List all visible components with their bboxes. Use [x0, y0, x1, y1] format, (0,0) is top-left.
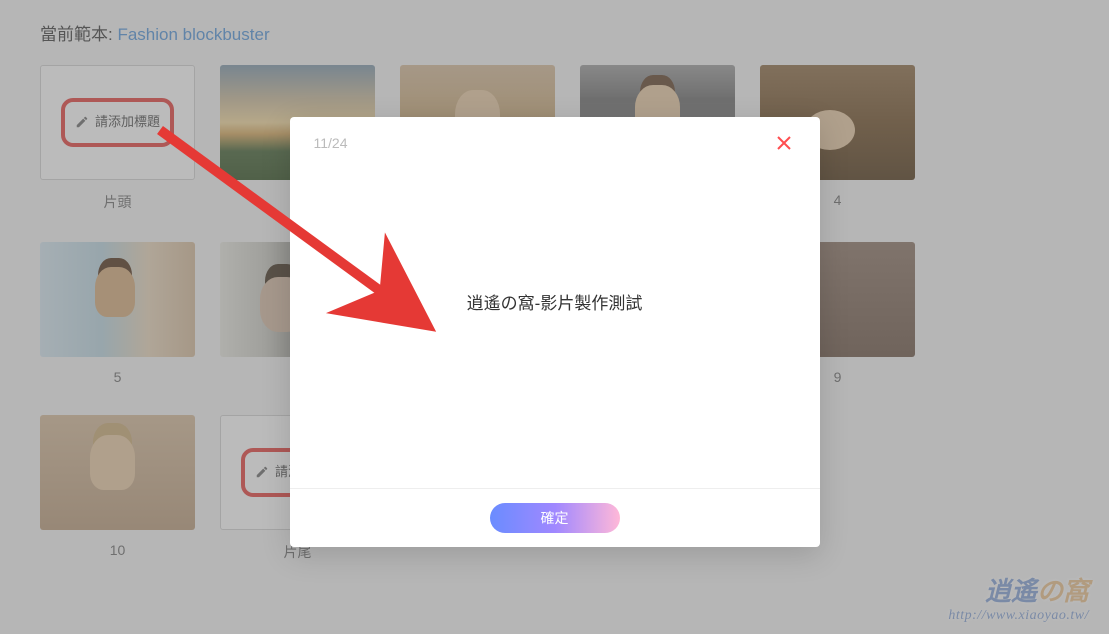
title-edit-modal: 11/24 逍遙の窩-影片製作測試 確定 — [290, 117, 820, 547]
confirm-label: 確定 — [541, 508, 569, 528]
close-button[interactable] — [772, 135, 796, 155]
close-icon — [776, 135, 792, 151]
char-counter: 11/24 — [314, 135, 348, 151]
confirm-button[interactable]: 確定 — [490, 503, 620, 533]
modal-overlay: 11/24 逍遙の窩-影片製作測試 確定 — [0, 0, 1109, 634]
title-input-text[interactable]: 逍遙の窩-影片製作測試 — [467, 289, 643, 314]
